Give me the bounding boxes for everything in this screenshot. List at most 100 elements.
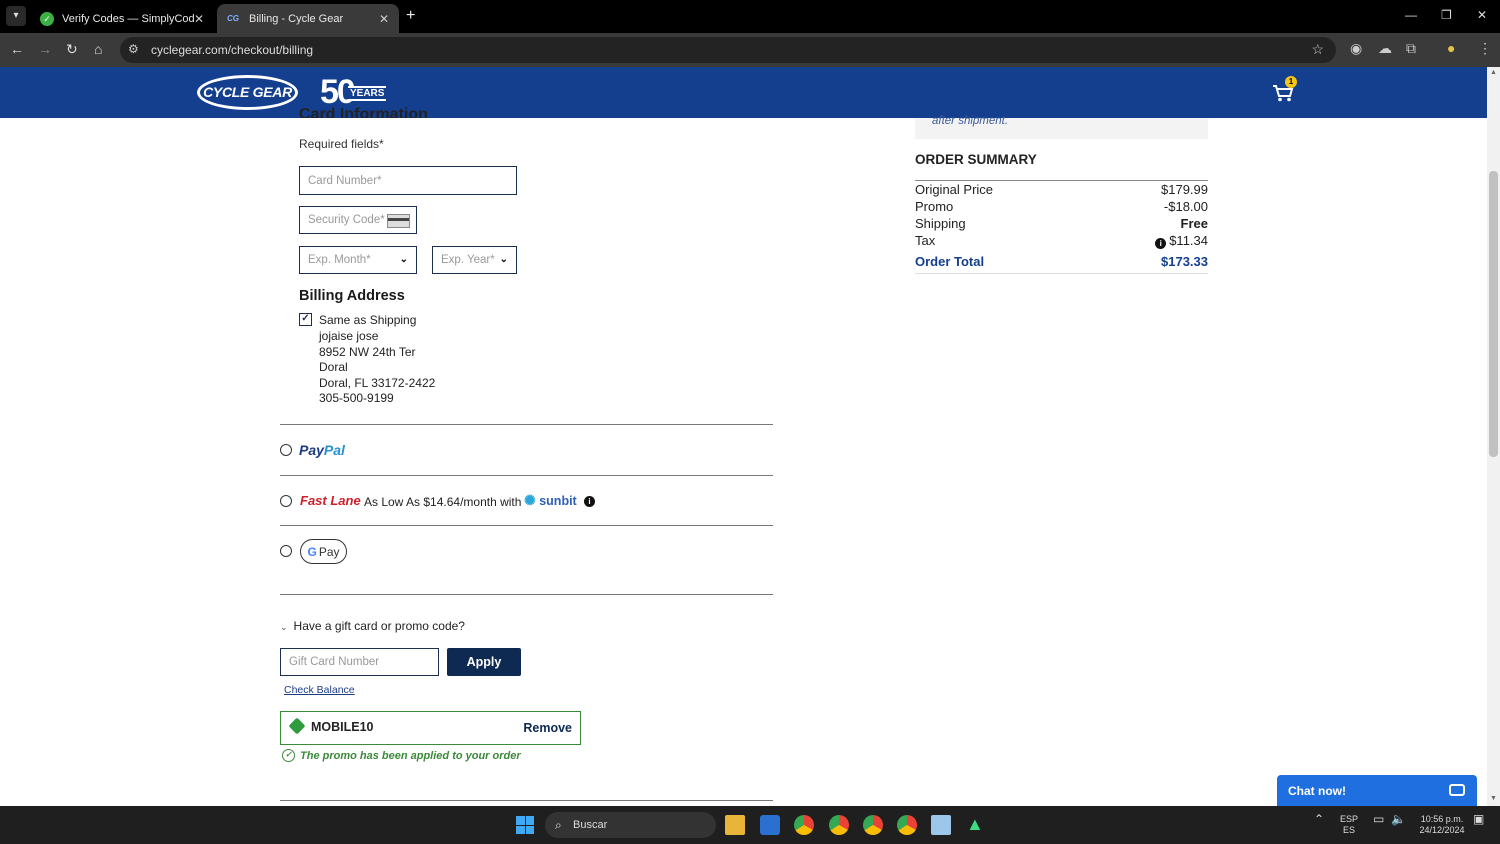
required-fields-note: Required fields* xyxy=(299,137,384,151)
language-indicator[interactable]: ESP ES xyxy=(1340,814,1358,836)
divider xyxy=(280,594,773,595)
tag-icon xyxy=(288,717,306,735)
paypal-logo-part1: Pay xyxy=(299,442,324,458)
address-name: jojaise jose xyxy=(319,329,379,343)
show-hidden-icons-icon[interactable]: ⌃ xyxy=(1314,813,1324,825)
chat-bubble-icon xyxy=(1449,784,1465,796)
site-header: CYCLE GEAR 50 YEARS 1 xyxy=(0,67,1487,118)
address-city: Doral xyxy=(319,360,348,374)
simplycodes-favicon-icon: ✓ xyxy=(40,11,54,26)
chat-label: Chat now! xyxy=(1288,784,1346,798)
clock-date: 24/12/2024 xyxy=(1419,825,1465,835)
notifications-icon[interactable]: ▣ xyxy=(1473,813,1484,825)
chevron-down-icon: ⌄ xyxy=(399,254,408,265)
google-g-icon: G xyxy=(307,544,317,559)
summary-label: Original Price xyxy=(915,182,994,197)
same-as-shipping-checkbox[interactable]: ✓ xyxy=(299,313,312,326)
security-code-field[interactable]: Security Code* xyxy=(299,206,417,234)
extensions-puzzle-icon[interactable]: ⧉ xyxy=(1406,40,1416,57)
summary-row-tax: Tax i $11.34 xyxy=(915,233,1208,249)
cyclegear-logo[interactable]: CYCLE GEAR xyxy=(197,75,298,110)
summary-label: Tax xyxy=(915,233,936,248)
fastlane-radio[interactable] xyxy=(280,495,292,507)
cart-count-badge: 1 xyxy=(1285,76,1297,88)
home-icon[interactable]: ⌂ xyxy=(94,41,102,57)
close-window-icon[interactable]: ✕ xyxy=(1477,8,1487,22)
summary-divider xyxy=(915,180,1208,181)
google-pay-logo[interactable]: G Pay xyxy=(300,539,347,564)
back-icon[interactable]: ← xyxy=(10,41,24,57)
minimize-icon[interactable]: — xyxy=(1405,8,1417,22)
restore-icon[interactable]: ❐ xyxy=(1441,8,1452,22)
extension-cloud-icon[interactable]: ☁ xyxy=(1378,40,1392,57)
tax-info-icon[interactable]: i xyxy=(1155,238,1167,249)
promo-toggle-label: Have a gift card or promo code? xyxy=(293,619,465,633)
reload-icon[interactable]: ↻ xyxy=(66,41,78,58)
volume-icon[interactable]: 🔈 xyxy=(1391,813,1406,825)
network-icon[interactable]: ▭ xyxy=(1373,813,1384,825)
profile-avatar-icon[interactable]: ● xyxy=(1447,40,1455,56)
cyclegear-favicon-icon: CG xyxy=(227,13,239,23)
tab-list-button[interactable]: ▾ xyxy=(6,6,26,26)
chrome-icon[interactable] xyxy=(794,815,814,835)
gpay-label: Pay xyxy=(318,544,340,559)
paypal-logo[interactable]: PayPal xyxy=(299,442,345,458)
divider xyxy=(280,424,773,425)
page-scrollbar[interactable]: ▲ ▼ xyxy=(1487,67,1500,806)
taskbar-search[interactable]: ⌕ Buscar xyxy=(545,812,716,838)
chevron-down-icon: ⌄ xyxy=(280,622,288,632)
clock[interactable]: 10:56 p.m. 24/12/2024 xyxy=(1414,814,1470,836)
forward-icon[interactable]: → xyxy=(38,41,52,57)
scroll-down-icon[interactable]: ▼ xyxy=(1490,795,1497,802)
gift-card-input[interactable]: Gift Card Number xyxy=(280,648,439,676)
app-triangle-icon[interactable]: ▲ xyxy=(966,815,986,835)
browser-menu-icon[interactable]: ⋮ xyxy=(1478,40,1492,57)
info-icon[interactable]: i xyxy=(584,496,595,507)
tab-cyclegear[interactable]: CG Billing - Cycle Gear ✕ xyxy=(217,4,399,33)
gift-card-placeholder: Gift Card Number xyxy=(289,656,380,668)
bookmark-star-icon[interactable]: ☆ xyxy=(1311,41,1324,58)
summary-value: -$18.00 xyxy=(1163,199,1208,214)
remove-promo-button[interactable]: Remove xyxy=(523,721,572,735)
fastlane-logo[interactable]: Fast Lane xyxy=(300,493,361,508)
shipping-note-box: after shipment. xyxy=(915,115,1208,139)
search-icon: ⌕ xyxy=(555,818,562,832)
windows-start-icon[interactable] xyxy=(516,816,534,834)
chrome-icon[interactable] xyxy=(897,815,917,835)
tab-title: Billing - Cycle Gear xyxy=(249,12,344,25)
chat-now-button[interactable]: Chat now! xyxy=(1277,775,1477,806)
same-as-shipping-label[interactable]: Same as Shipping xyxy=(319,313,416,327)
exp-year-select[interactable]: Exp. Year* ⌄ xyxy=(432,246,517,274)
scroll-up-icon[interactable]: ▲ xyxy=(1490,69,1497,76)
shipping-note-text: after shipment. xyxy=(932,115,1009,127)
applied-promo-box: MOBILE10 Remove xyxy=(280,711,581,745)
apply-button[interactable]: Apply xyxy=(447,648,521,676)
card-number-placeholder: Card Number* xyxy=(308,174,382,187)
order-total-label: Order Total xyxy=(915,254,985,269)
tab-simplycodes[interactable]: ✓ Verify Codes — SimplyCodes ✕ xyxy=(30,4,214,33)
site-info-icon[interactable]: ⚙ xyxy=(128,42,139,56)
check-balance-link[interactable]: Check Balance xyxy=(284,684,355,696)
summary-row-total: Order Total $173.33 xyxy=(915,254,1208,269)
paypal-logo-part2: Pal xyxy=(323,442,345,458)
extension-globe-icon[interactable]: ◉ xyxy=(1350,40,1362,57)
promo-applied-message: ✓ The promo has been applied to your ord… xyxy=(282,749,521,762)
promo-code-toggle[interactable]: ⌄ Have a gift card or promo code? xyxy=(280,619,465,633)
chrome-icon[interactable] xyxy=(863,815,883,835)
scroll-thumb[interactable] xyxy=(1489,171,1498,457)
sunbit-sun-icon: ✺ xyxy=(524,492,536,508)
address-bar[interactable]: ⚙ cyclegear.com/checkout/billing ☆ xyxy=(120,37,1336,63)
taskbar-search-placeholder: Buscar xyxy=(573,819,608,831)
card-number-field[interactable]: Card Number* xyxy=(299,166,517,195)
notepad-icon[interactable] xyxy=(931,815,951,835)
order-summary-title: ORDER SUMMARY xyxy=(915,152,1037,167)
chrome-icon[interactable] xyxy=(829,815,849,835)
store-icon[interactable] xyxy=(760,815,780,835)
gpay-radio[interactable] xyxy=(280,545,292,557)
paypal-radio[interactable] xyxy=(280,444,292,456)
new-tab-icon[interactable]: + xyxy=(406,7,415,25)
exp-month-select[interactable]: Exp. Month* ⌄ xyxy=(299,246,417,274)
file-explorer-icon[interactable] xyxy=(725,815,745,835)
close-tab-icon[interactable]: ✕ xyxy=(379,12,389,26)
close-tab-icon[interactable]: ✕ xyxy=(194,12,204,26)
